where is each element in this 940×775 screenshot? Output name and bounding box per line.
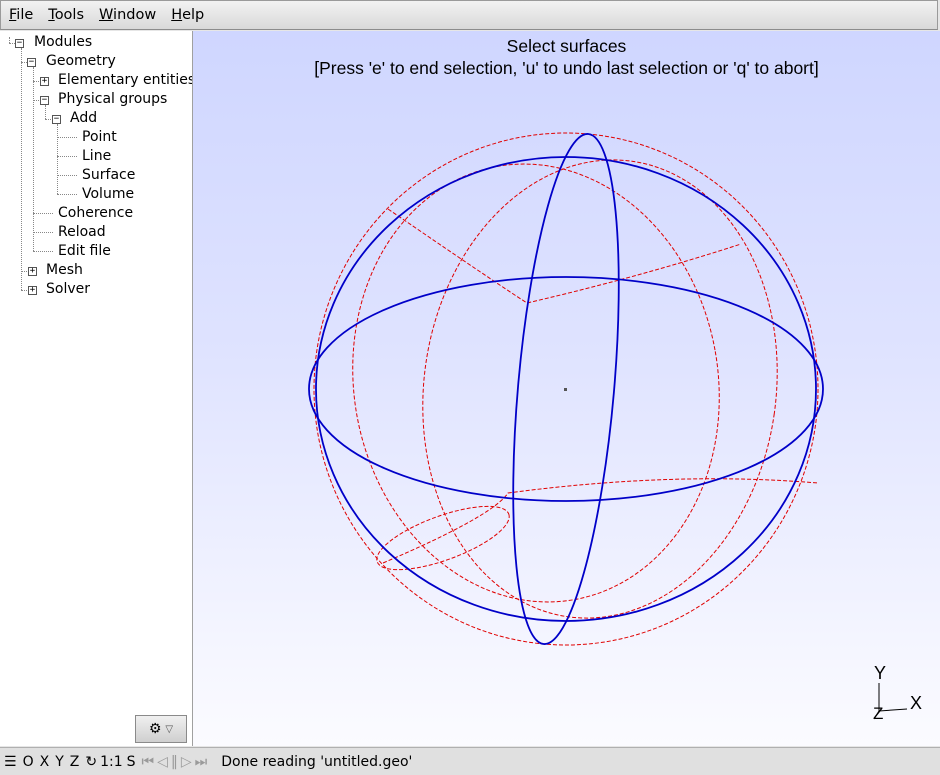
tree-add-volume[interactable]: Volume (82, 185, 134, 204)
view-x-button[interactable]: X (40, 754, 50, 770)
tree-coherence[interactable]: Coherence (58, 204, 133, 223)
menu-bar: File Tools Window Help (0, 0, 938, 30)
tree-geometry[interactable]: Geometry (46, 52, 116, 71)
view-origin-button[interactable]: O (23, 754, 34, 770)
graphics-window[interactable]: Select surfaces [Press 'e' to end select… (193, 31, 940, 746)
dropdown-arrow-icon: ▽ (165, 723, 174, 735)
geometry-viewport[interactable]: Y X Z (193, 31, 940, 746)
axis-y-label: Y (874, 663, 886, 683)
tree-mesh[interactable]: Mesh (46, 261, 83, 280)
expand-mesh-icon[interactable]: + (28, 267, 37, 276)
tree-options-button[interactable]: ⚙ ▽ (135, 715, 187, 743)
collapse-physical-icon[interactable]: − (40, 96, 49, 105)
tree-add[interactable]: Add (70, 109, 97, 128)
center-point[interactable] (564, 388, 567, 391)
tree-modules[interactable]: Modules (34, 33, 92, 52)
tree-add-point[interactable]: Point (82, 128, 117, 147)
scale-button[interactable]: 1:1 (100, 754, 123, 770)
dashed-circle-left-meridian[interactable] (319, 135, 754, 632)
prev-step-icon[interactable]: ◁ (157, 754, 168, 770)
axis-x-label: X (910, 693, 922, 713)
tree-reload[interactable]: Reload (58, 223, 106, 242)
expand-solver-icon[interactable]: + (28, 286, 37, 295)
collapse-add-icon[interactable]: − (52, 115, 61, 124)
axis-z-label: Z (873, 704, 883, 723)
tree-elementary-entities[interactable]: Elementary entities (58, 71, 192, 90)
menu-tools[interactable]: Tools (40, 7, 91, 23)
status-message: Done reading 'untitled.geo' (221, 753, 413, 770)
status-bar: ☰ O X Y Z ↻ 1:1 S ⏮ ◁ ‖ ▷ ⏭ Done reading… (0, 747, 940, 775)
s-button[interactable]: S (127, 754, 136, 770)
rotate-icon[interactable]: ↻ (85, 754, 97, 770)
first-step-icon[interactable]: ⏮ (142, 754, 155, 770)
pause-icon[interactable]: ‖ (171, 754, 178, 770)
tree-solver[interactable]: Solver (46, 280, 90, 299)
last-step-icon[interactable]: ⏭ (195, 754, 208, 770)
module-tree: − Modules − Geometry + Elementary entiti… (0, 31, 193, 746)
collapse-modules-icon[interactable]: − (15, 39, 24, 48)
tree-physical-groups[interactable]: Physical groups (58, 90, 167, 109)
view-y-button[interactable]: Y (55, 754, 64, 770)
menu-help[interactable]: Help (163, 7, 211, 23)
tree-add-surface[interactable]: Surface (82, 166, 135, 185)
collapse-geometry-icon[interactable]: − (27, 58, 36, 67)
expand-elementary-icon[interactable]: + (40, 77, 49, 86)
dashed-arc-top[interactable] (387, 208, 742, 304)
dashed-circle-right-meridian[interactable] (394, 137, 807, 642)
menu-window[interactable]: Window (91, 7, 163, 23)
view-z-button[interactable]: Z (70, 754, 80, 770)
tree-edit-file[interactable]: Edit file (58, 242, 111, 261)
tree-add-line[interactable]: Line (82, 147, 111, 166)
dashed-small-ellipse[interactable] (370, 493, 517, 582)
menu-toggle-icon[interactable]: ☰ (4, 754, 17, 770)
menu-file[interactable]: File (1, 7, 40, 23)
play-icon[interactable]: ▷ (181, 754, 192, 770)
gear-icon: ⚙ (148, 721, 162, 737)
